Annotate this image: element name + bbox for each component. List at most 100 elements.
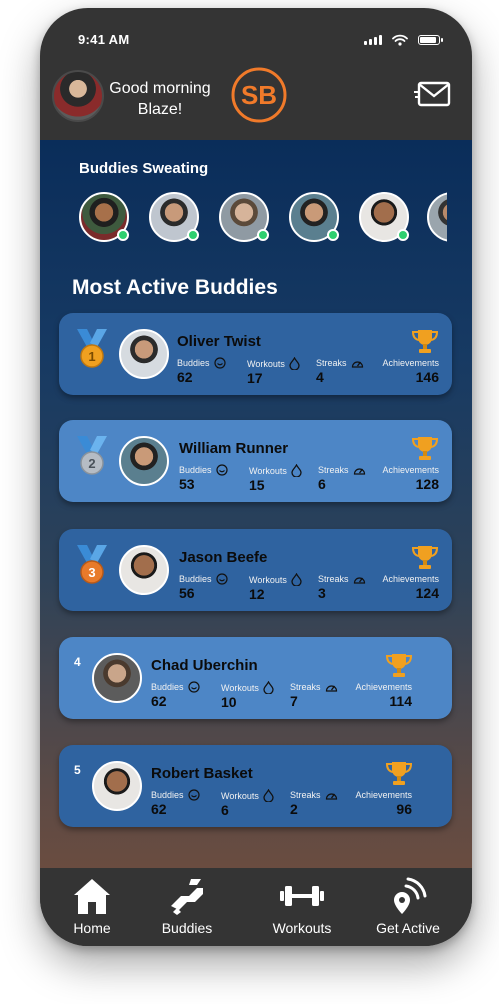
trophy-icon bbox=[385, 654, 413, 677]
stat-workouts: Workouts 6 bbox=[221, 789, 274, 818]
stat-achievements: Achievements 96 bbox=[355, 790, 412, 817]
smile-icon bbox=[213, 357, 226, 369]
stat-streaks: Streaks 3 bbox=[318, 573, 366, 601]
stat-achievements: Achievements 114 bbox=[355, 682, 412, 709]
stat-achievements: Achievements 124 bbox=[382, 574, 439, 601]
home-icon bbox=[74, 879, 110, 914]
stat-streaks: Streaks 6 bbox=[318, 464, 366, 492]
smile-icon bbox=[215, 573, 228, 585]
wifi-icon bbox=[392, 34, 408, 46]
stat-workouts: Workouts 12 bbox=[249, 573, 302, 602]
stat-achievements: Achievements 146 bbox=[382, 358, 439, 385]
stat-buddies: Buddies 62 bbox=[151, 789, 200, 817]
trophy-icon bbox=[411, 437, 439, 460]
greeting-line2: Blaze! bbox=[137, 101, 183, 118]
tab-buddies-label: Buddies bbox=[161, 920, 213, 936]
drop-icon bbox=[289, 357, 300, 370]
dumbbell-icon bbox=[280, 886, 324, 906]
buddies-sweating-title: Buddies Sweating bbox=[79, 160, 209, 177]
leaderboard-card[interactable]: 4 Chad Uberchin Buddies 62 Workouts 10 S… bbox=[59, 637, 452, 719]
tab-get-active[interactable]: Get Active bbox=[358, 876, 458, 936]
tab-workouts[interactable]: Workouts bbox=[252, 876, 352, 936]
gold-medal-icon: 1 bbox=[77, 329, 107, 368]
buddy-avatar bbox=[119, 436, 169, 486]
status-bar: 9:41 AM bbox=[40, 8, 472, 66]
handshake-icon bbox=[171, 879, 203, 915]
signal-icon bbox=[364, 35, 382, 45]
tab-home[interactable]: Home bbox=[42, 876, 142, 936]
drop-icon bbox=[291, 464, 302, 477]
leaderboard-card[interactable]: 3 Jason Beefe Buddies 56 Workouts 12 Str… bbox=[59, 529, 452, 611]
svg-text:1: 1 bbox=[88, 349, 95, 364]
smile-icon bbox=[187, 789, 200, 801]
buddy-avatar[interactable] bbox=[359, 192, 409, 242]
status-time: 9:41 AM bbox=[78, 32, 130, 47]
tab-workouts-label: Workouts bbox=[272, 920, 332, 936]
stat-buddies: Buddies 53 bbox=[179, 464, 228, 492]
buddy-avatar bbox=[92, 761, 142, 811]
rank-number: 5 bbox=[74, 763, 81, 777]
stat-buddies: Buddies 62 bbox=[151, 681, 200, 709]
stat-streaks: Streaks 7 bbox=[290, 681, 338, 709]
silver-medal-icon: 2 bbox=[77, 436, 107, 475]
svg-text:3: 3 bbox=[88, 565, 95, 580]
gauge-icon bbox=[353, 467, 365, 475]
gauge-icon bbox=[353, 576, 365, 584]
buddy-avatar bbox=[119, 329, 169, 379]
header: Good morning Blaze! SB bbox=[40, 66, 472, 140]
most-active-title: Most Active Buddies bbox=[72, 276, 278, 299]
battery-icon bbox=[418, 35, 443, 45]
tab-home-label: Home bbox=[73, 920, 111, 936]
online-indicator bbox=[397, 229, 409, 241]
leaderboard-card[interactable]: 5 Robert Basket Buddies 62 Workouts 6 St… bbox=[59, 745, 452, 827]
buddy-name: Robert Basket bbox=[151, 765, 253, 782]
buddy-name: Jason Beefe bbox=[179, 549, 268, 566]
tab-get-active-label: Get Active bbox=[376, 920, 440, 936]
stat-streaks: Streaks 4 bbox=[316, 357, 364, 385]
smile-icon bbox=[215, 464, 228, 476]
stat-workouts: Workouts 15 bbox=[249, 464, 302, 493]
tab-buddies[interactable]: Buddies bbox=[137, 876, 237, 936]
buddy-avatar[interactable] bbox=[289, 192, 339, 242]
stat-achievements: Achievements 128 bbox=[382, 465, 439, 492]
buddy-avatar[interactable] bbox=[427, 192, 447, 242]
user-avatar[interactable] bbox=[52, 70, 104, 122]
sb-logo: SB bbox=[231, 67, 287, 123]
online-indicator bbox=[257, 229, 269, 241]
svg-text:2: 2 bbox=[88, 456, 95, 471]
messages-icon[interactable] bbox=[414, 80, 452, 110]
leaderboard-card[interactable]: 1 Oliver Twist Buddies 62 Workouts 17 St… bbox=[59, 313, 452, 395]
gauge-icon bbox=[325, 792, 337, 800]
online-indicator bbox=[187, 229, 199, 241]
logo-text: SB bbox=[241, 80, 277, 110]
buddies-sweating-list[interactable] bbox=[79, 192, 447, 244]
stat-workouts: Workouts 17 bbox=[247, 357, 300, 386]
trophy-icon bbox=[411, 546, 439, 569]
drop-icon bbox=[291, 573, 302, 586]
buddy-avatar bbox=[92, 653, 142, 703]
status-icons bbox=[364, 34, 443, 46]
smile-icon bbox=[187, 681, 200, 693]
buddy-avatar[interactable] bbox=[219, 192, 269, 242]
main-content[interactable]: Buddies Sweating Most Active Buddies 1 O… bbox=[40, 140, 472, 868]
location-signal-icon bbox=[394, 877, 427, 914]
gauge-icon bbox=[351, 360, 363, 368]
drop-icon bbox=[263, 681, 274, 694]
online-indicator bbox=[117, 229, 129, 241]
stat-streaks: Streaks 2 bbox=[290, 789, 338, 817]
rank-number: 4 bbox=[74, 655, 81, 669]
trophy-icon bbox=[385, 762, 413, 785]
stat-buddies: Buddies 62 bbox=[177, 357, 226, 385]
buddy-name: Oliver Twist bbox=[177, 333, 261, 350]
drop-icon bbox=[263, 789, 274, 802]
online-indicator bbox=[327, 229, 339, 241]
greeting-line1: Good morning bbox=[109, 80, 211, 97]
leaderboard-card[interactable]: 2 William Runner Buddies 53 Workouts 15 … bbox=[59, 420, 452, 502]
buddy-name: Chad Uberchin bbox=[151, 657, 258, 674]
buddy-avatar bbox=[119, 545, 169, 595]
trophy-icon bbox=[411, 330, 439, 353]
stat-buddies: Buddies 56 bbox=[179, 573, 228, 601]
buddy-avatar[interactable] bbox=[149, 192, 199, 242]
buddy-avatar[interactable] bbox=[79, 192, 129, 242]
gauge-icon bbox=[325, 684, 337, 692]
